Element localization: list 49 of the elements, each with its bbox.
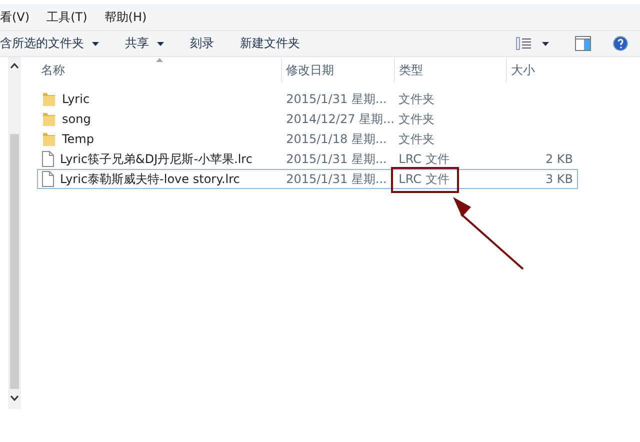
preview-pane-icon[interactable] <box>575 36 591 51</box>
menu-item[interactable]: 工具(T) <box>46 8 88 26</box>
file-row[interactable]: Lyric 2015/1/31 星期... 文件夹 <box>37 89 578 109</box>
modified-date: 2015/1/18 星期... <box>286 130 387 148</box>
file-row[interactable]: Lyric泰勒斯威夫特-love story.lrc 2015/1/31 星期... LRC 文件 3 KB <box>37 169 578 189</box>
modified-date: 2014/12/27 星期... <box>286 110 394 128</box>
scrollbar[interactable] <box>8 57 21 409</box>
file-name: Temp <box>62 132 94 146</box>
file-type: LRC 文件 <box>398 170 450 188</box>
scroll-down-icon[interactable] <box>10 395 19 401</box>
highlight-box <box>391 167 459 193</box>
column-header[interactable]: 大小 <box>507 57 577 83</box>
folder-icon <box>42 111 56 127</box>
file-icon <box>42 151 54 167</box>
file-type: LRC 文件 <box>398 150 450 168</box>
file-type: 文件夹 <box>398 130 435 148</box>
toolbar-button[interactable]: 新建文件夹 <box>234 32 306 55</box>
file-name: Lyric筷子兄弟&DJ丹尼斯-小苹果.lrc <box>60 150 252 168</box>
caret-icon[interactable] <box>542 42 549 46</box>
scroll-up-icon[interactable] <box>10 63 19 69</box>
file-type: 文件夹 <box>398 90 435 108</box>
file-name: Lyric泰勒斯威夫特-love story.lrc <box>60 170 240 188</box>
modified-date: 2015/1/31 星期... <box>286 90 387 108</box>
modified-date: 2015/1/31 星期... <box>286 170 387 188</box>
caret-icon <box>92 42 99 46</box>
file-icon <box>42 171 54 187</box>
folder-icon <box>42 91 56 107</box>
column-header[interactable]: 类型 <box>395 57 507 83</box>
help-icon[interactable] <box>613 36 628 51</box>
menu-item[interactable]: 看(V) <box>0 8 30 26</box>
file-row[interactable]: Lyric筷子兄弟&DJ丹尼斯-小苹果.lrc 2015/1/31 星期... LRC 文件 2 KB <box>37 149 578 169</box>
file-name: song <box>62 112 91 126</box>
file-row[interactable]: song 2014/12/27 星期... 文件夹 <box>37 109 578 129</box>
menu-item[interactable]: 帮助(H) <box>104 8 147 26</box>
toolbar-button[interactable]: 含所选的文件夹 <box>0 32 105 55</box>
file-type: 文件夹 <box>398 110 435 128</box>
column-header[interactable]: 修改日期 <box>282 57 395 83</box>
toolbar-button[interactable]: 共享 <box>119 32 170 55</box>
file-row[interactable]: Temp 2015/1/18 星期... 文件夹 <box>37 129 578 149</box>
sort-arrow-icon <box>156 58 163 62</box>
column-header[interactable]: 名称 <box>37 57 282 83</box>
toolbar-button[interactable]: 刻录 <box>184 32 220 55</box>
modified-date: 2015/1/31 星期... <box>286 150 387 168</box>
folder-icon <box>42 131 56 147</box>
file-size: 2 KB <box>545 152 573 166</box>
view-list-icon[interactable] <box>516 37 532 50</box>
caret-icon <box>157 42 164 46</box>
file-size: 3 KB <box>545 172 573 186</box>
file-name: Lyric <box>62 92 90 106</box>
